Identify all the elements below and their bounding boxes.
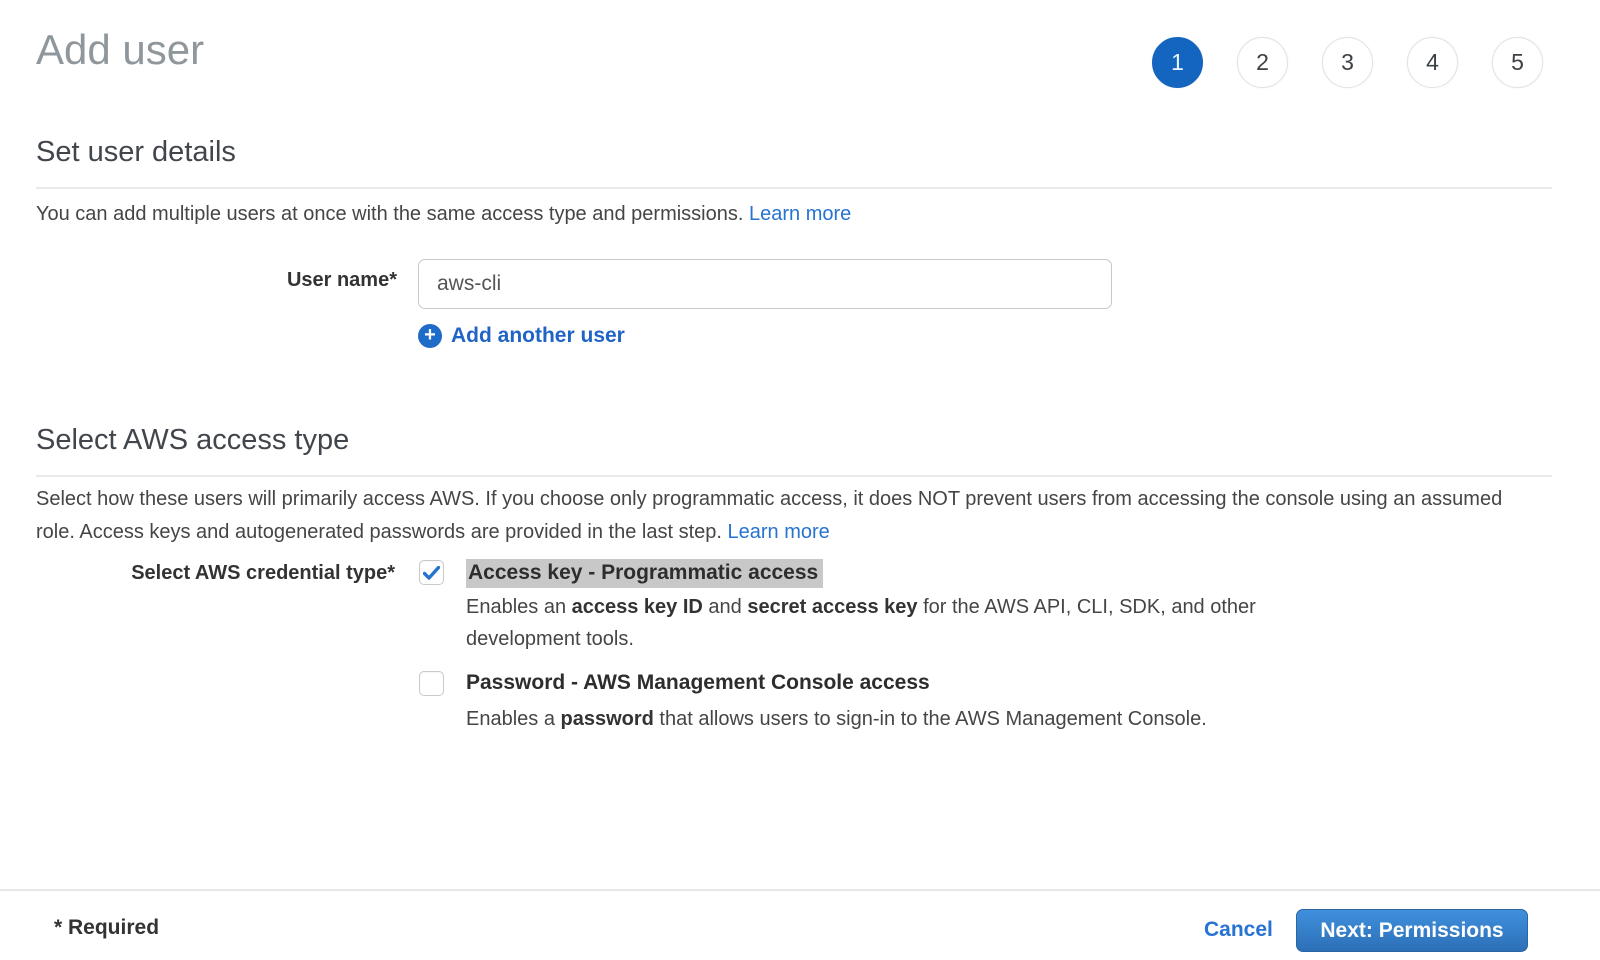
cancel-button[interactable]: Cancel xyxy=(1204,918,1273,942)
page-title: Add user xyxy=(36,26,204,74)
user-details-intro: You can add multiple users at once with … xyxy=(36,198,851,231)
access-key-checkbox[interactable] xyxy=(419,560,444,585)
user-name-input[interactable] xyxy=(418,259,1112,309)
step-3-circle: 3 xyxy=(1322,37,1373,88)
desc-text: Enables a xyxy=(466,708,561,730)
section-divider xyxy=(36,187,1552,189)
select-access-type-heading: Select AWS access type xyxy=(36,424,349,457)
required-note: * Required xyxy=(54,916,159,940)
step-2-circle: 2 xyxy=(1237,37,1288,88)
user-details-intro-text: You can add multiple users at once with … xyxy=(36,203,743,225)
step-1-circle: 1 xyxy=(1152,37,1203,88)
add-another-user-label: Add another user xyxy=(451,324,625,348)
step-5-circle: 5 xyxy=(1492,37,1543,88)
footer-divider xyxy=(0,889,1600,891)
credential-type-label: Select AWS credential type* xyxy=(0,562,395,585)
next-permissions-button[interactable]: Next: Permissions xyxy=(1296,909,1528,952)
step-4-circle: 4 xyxy=(1407,37,1458,88)
learn-more-link-access-type[interactable]: Learn more xyxy=(728,521,830,543)
add-another-user-button[interactable]: + Add another user xyxy=(418,324,625,348)
plus-circle-icon: + xyxy=(418,324,442,348)
desc-bold-password: password xyxy=(561,708,654,730)
desc-bold-access-key-id: access key ID xyxy=(572,596,703,618)
password-checkbox[interactable] xyxy=(419,671,444,696)
password-option-description: Enables a password that allows users to … xyxy=(466,703,1366,735)
access-type-intro: Select how these users will primarily ac… xyxy=(36,483,1514,549)
checkmark-icon xyxy=(423,566,440,580)
password-option-title[interactable]: Password - AWS Management Console access xyxy=(466,671,930,695)
access-key-option-title[interactable]: Access key - Programmatic access xyxy=(466,559,823,588)
user-name-label: User name* xyxy=(0,269,397,292)
section-divider xyxy=(36,475,1552,477)
desc-text: that allows users to sign-in to the AWS … xyxy=(654,708,1207,730)
desc-text: and xyxy=(703,596,747,618)
desc-text: Enables an xyxy=(466,596,572,618)
set-user-details-heading: Set user details xyxy=(36,136,236,169)
desc-bold-secret-access-key: secret access key xyxy=(747,596,917,618)
add-user-page: Add user 1 2 3 4 5 Set user details You … xyxy=(0,0,1600,960)
access-key-option-description: Enables an access key ID and secret acce… xyxy=(466,591,1281,655)
wizard-step-indicator: 1 2 3 4 5 xyxy=(1152,37,1543,88)
learn-more-link-user-details[interactable]: Learn more xyxy=(749,203,851,225)
